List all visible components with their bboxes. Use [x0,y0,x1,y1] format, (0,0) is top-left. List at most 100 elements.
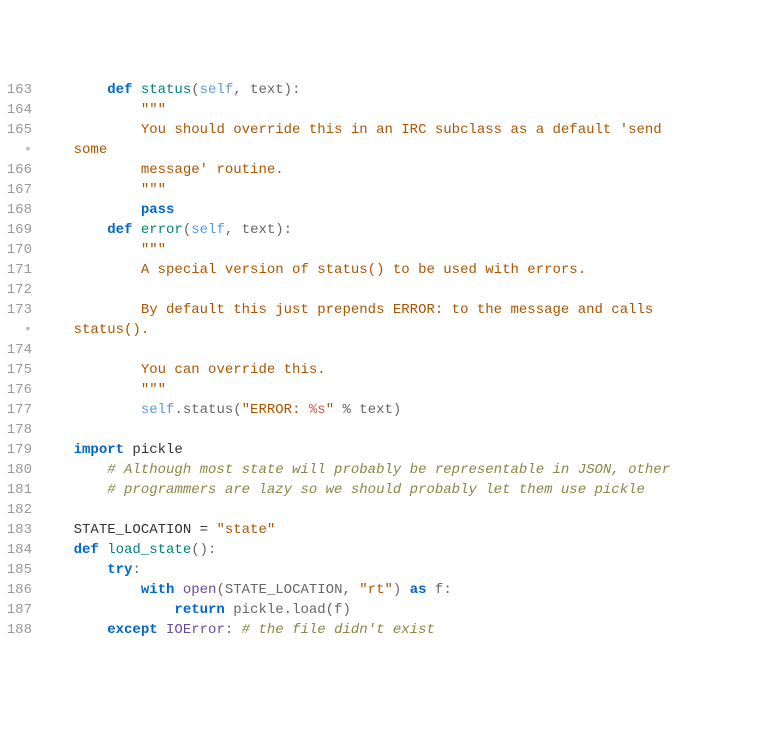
token-const: STATE_LOCATION = [74,522,217,538]
code-content[interactable]: """ [40,240,766,260]
code-content[interactable]: import pickle [40,440,766,460]
code-line[interactable]: 174 [0,340,766,360]
code-content[interactable]: STATE_LOCATION = "state" [40,520,766,540]
code-line[interactable]: 181 # programmers are lazy so we should … [0,480,766,500]
code-line[interactable]: 171 A special version of status() to be … [0,260,766,280]
code-line[interactable]: 175 You can override this. [0,360,766,380]
token-str: "ERROR: [242,402,309,418]
code-content[interactable]: try: [40,560,766,580]
token-kw: import [74,442,133,458]
line-number: 187 [0,600,40,620]
token-cmt: # Although most state will probably be r… [107,462,670,478]
code-line[interactable]: • some [0,140,766,160]
line-number: 186 [0,580,40,600]
line-number: 184 [0,540,40,560]
token-op: ( [183,222,191,238]
code-line[interactable]: 178 [0,420,766,440]
code-line[interactable]: 185 try: [0,560,766,580]
line-number: 171 [0,260,40,280]
token-op: : [225,622,242,638]
code-content[interactable]: """ [40,100,766,120]
code-content[interactable]: By default this just prepends ERROR: to … [40,300,766,320]
code-content[interactable]: # programmers are lazy so we should prob… [40,480,766,500]
code-line[interactable]: 184 def load_state(): [0,540,766,560]
code-content[interactable]: # Although most state will probably be r… [40,460,766,480]
code-line[interactable]: 186 with open(STATE_LOCATION, "rt") as f… [0,580,766,600]
code-line[interactable]: 179 import pickle [0,440,766,460]
code-line[interactable]: 177 self.status("ERROR: %s" % text) [0,400,766,420]
code-line[interactable]: 168 pass [0,200,766,220]
line-number: 174 [0,340,40,360]
code-line[interactable]: 183 STATE_LOCATION = "state" [0,520,766,540]
line-number: 183 [0,520,40,540]
token-cmt: # the file didn't exist [242,622,435,638]
code-content[interactable]: except IOError: # the file didn't exist [40,620,766,640]
token-kw: def [74,542,108,558]
line-number: • [0,320,40,340]
token-str: " [326,402,334,418]
token-kw: pass [141,202,175,218]
token-op: : [132,562,140,578]
line-number: 180 [0,460,40,480]
code-content[interactable]: status(). [40,320,766,340]
code-line[interactable]: 163 def status(self, text): [0,80,766,100]
code-content[interactable]: A special version of status() to be used… [40,260,766,280]
token-kw: try [107,562,132,578]
line-number: 179 [0,440,40,460]
token-kw: return [174,602,233,618]
line-number: 178 [0,420,40,440]
token-str: """ [141,182,166,198]
token-op: .status( [174,402,241,418]
token-kw: with [141,582,183,598]
code-content[interactable]: def error(self, text): [40,220,766,240]
code-line[interactable]: 165 You should override this in an IRC s… [0,120,766,140]
line-number: 165 [0,120,40,140]
code-line[interactable]: 182 [0,500,766,520]
code-content[interactable]: You should override this in an IRC subcl… [40,120,766,140]
token-op: , text): [225,222,292,238]
code-content[interactable]: def load_state(): [40,540,766,560]
line-number: 175 [0,360,40,380]
code-line[interactable]: 169 def error(self, text): [0,220,766,240]
token-fn: status [141,82,191,98]
code-line[interactable]: • status(). [0,320,766,340]
code-content[interactable]: message' routine. [40,160,766,180]
code-line[interactable]: 164 """ [0,100,766,120]
line-number: 181 [0,480,40,500]
code-content[interactable]: """ [40,180,766,200]
code-line[interactable]: 187 return pickle.load(f) [0,600,766,620]
code-line[interactable]: 170 """ [0,240,766,260]
code-line[interactable]: 180 # Although most state will probably … [0,460,766,480]
token-kw: except [107,622,166,638]
code-content[interactable]: self.status("ERROR: %s" % text) [40,400,766,420]
code-content[interactable]: You can override this. [40,360,766,380]
token-op: ) [393,582,410,598]
code-content[interactable]: with open(STATE_LOCATION, "rt") as f: [40,580,766,600]
token-str: """ [141,102,166,118]
code-content[interactable]: some [40,140,766,160]
code-content[interactable]: return pickle.load(f) [40,600,766,620]
code-content[interactable]: def status(self, text): [40,80,766,100]
token-param: self [141,402,175,418]
code-content[interactable]: pass [40,200,766,220]
line-number: 177 [0,400,40,420]
line-number: • [0,140,40,160]
token-str: some [74,142,108,158]
code-line[interactable]: 188 except IOError: # the file didn't ex… [0,620,766,640]
code-content[interactable]: """ [40,380,766,400]
line-number: 173 [0,300,40,320]
token-bif: open [183,582,217,598]
code-line[interactable]: 166 message' routine. [0,160,766,180]
token-str: You should override this in an IRC subcl… [141,122,670,138]
code-line[interactable]: 172 [0,280,766,300]
token-op: (): [191,542,216,558]
line-number: 185 [0,560,40,580]
token-fn: load_state [107,542,191,558]
line-number: 188 [0,620,40,640]
code-line[interactable]: 167 """ [0,180,766,200]
token-str: """ [141,382,166,398]
code-line[interactable]: 176 """ [0,380,766,400]
code-line[interactable]: 173 By default this just prepends ERROR:… [0,300,766,320]
code-editor[interactable]: 163 def status(self, text):164 """165 Yo… [0,80,766,640]
line-number: 167 [0,180,40,200]
